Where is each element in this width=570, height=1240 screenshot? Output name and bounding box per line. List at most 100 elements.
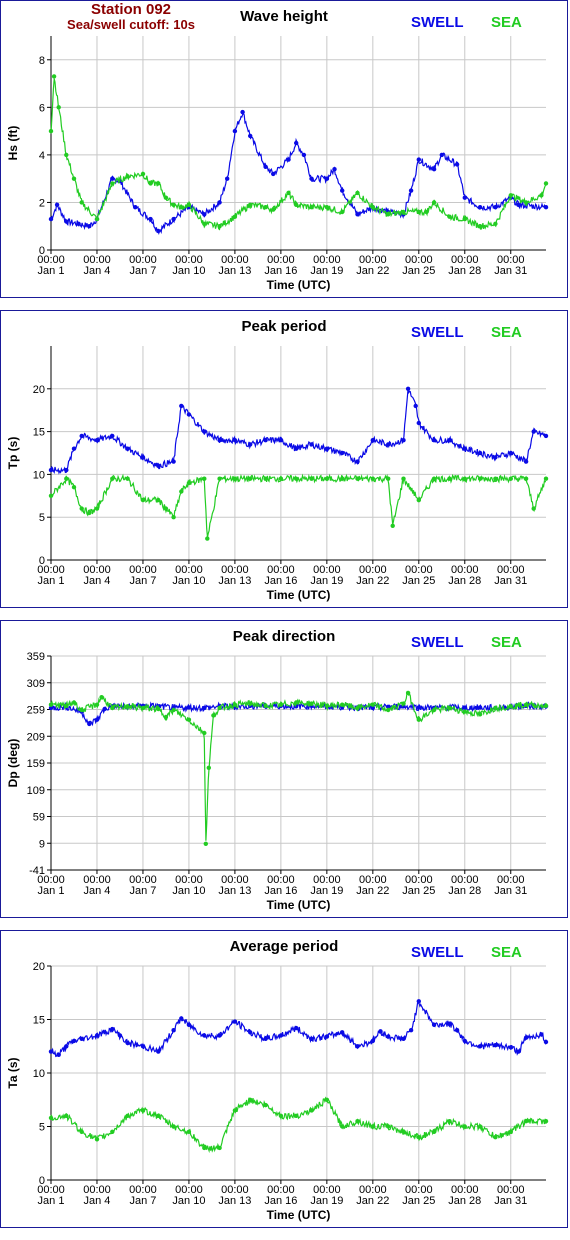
legend-sea: SEA [491,324,522,341]
series-sea [48,690,549,846]
data-point-swell [240,109,245,115]
data-point-swell [324,176,330,181]
data-point-sea [401,701,406,706]
data-point-swell [477,205,483,210]
legend-sea: SEA [491,944,522,961]
y-tick-label: 5 [39,512,45,524]
data-point-swell [248,133,253,139]
data-point-swell [278,1033,284,1038]
data-point-sea [386,476,391,481]
data-point-swell [286,157,291,162]
series-trace [50,78,547,231]
data-point-sea [294,476,299,481]
x-tick-label-date: Jan 1 [38,265,65,277]
data-point-swell [324,1034,330,1039]
x-tick-label-date: Jan 28 [448,575,481,587]
series-swell [48,386,549,475]
x-tick-label-date: Jan 25 [402,265,435,277]
data-point-swell [378,1029,383,1034]
y-tick-label: 10 [33,469,45,481]
data-point-swell [543,205,549,210]
data-point-sea [294,1113,299,1118]
data-point-sea [271,207,276,212]
data-point-sea [140,705,146,711]
data-point-swell [543,1039,549,1045]
data-point-sea [48,128,54,134]
data-point-sea [462,709,467,714]
data-point-swell [217,438,222,443]
y-tick-label: 15 [33,427,45,439]
data-point-sea [163,506,169,511]
data-point-swell [370,438,375,443]
data-point-swell [401,438,406,443]
x-tick-label-date: Jan 19 [310,265,343,277]
data-point-sea [386,1124,391,1129]
y-tick-label: 259 [27,705,45,717]
series-swell [48,999,549,1058]
data-point-sea [71,485,77,490]
data-point-sea [94,1137,100,1142]
data-point-swell [508,450,513,456]
data-point-sea [401,476,406,481]
y-tick-label: 15 [33,1015,45,1027]
legend-swell: SWELL [411,14,464,31]
data-point-swell [405,386,411,391]
data-point-sea [263,1102,268,1108]
data-point-sea [171,202,176,207]
data-point-swell [454,1028,460,1033]
data-point-swell [271,171,276,177]
data-point-sea [447,476,452,481]
wave-height-chart: 0246800:00Jan 100:00Jan 400:00Jan 700:00… [6,8,549,292]
data-point-sea [340,209,345,215]
data-point-sea [309,1108,314,1113]
data-point-sea [286,190,291,196]
data-point-sea [64,476,69,481]
x-tick-label-date: Jan 1 [38,575,65,587]
gridlines [50,965,546,1181]
x-tick-label-date: Jan 16 [264,885,297,897]
data-point-sea [462,476,467,481]
data-point-sea [462,216,467,222]
data-point-swell [263,164,268,169]
data-point-swell [294,140,299,146]
y-tick-label: 4 [39,150,45,162]
data-point-swell [454,162,460,167]
data-point-swell [294,1025,299,1031]
x-tick-label-date: Jan 10 [172,575,205,587]
data-point-sea [186,1129,192,1134]
data-point-sea [110,476,115,481]
x-tick-label-date: Jan 4 [84,1195,111,1207]
data-point-sea [523,200,529,205]
data-point-sea [523,476,529,481]
data-point-sea [248,1097,253,1102]
data-point-sea [508,1129,513,1134]
data-point-swell [171,459,176,464]
data-point-swell [171,1028,176,1033]
x-tick-label-date: Jan 22 [356,575,389,587]
data-point-swell [232,128,238,134]
data-point-sea [232,1108,238,1113]
data-point-swell [408,188,414,193]
data-point-swell [263,1036,268,1041]
data-point-sea [424,209,429,215]
data-point-sea [217,224,222,229]
x-tick-label-date: Jan 4 [84,885,111,897]
gridlines [50,346,546,561]
data-point-swell [332,167,337,172]
series-sea [48,1096,549,1154]
data-point-swell [186,1022,192,1027]
average-period-chart: 0510152000:00Jan 100:00Jan 400:00Jan 700… [6,938,549,1222]
data-point-swell [340,1030,345,1035]
data-point-swell [493,205,498,210]
x-tick-label-date: Jan 10 [172,265,205,277]
data-point-swell [370,1038,375,1044]
data-point-sea [340,1124,345,1129]
data-point-swell [140,455,146,460]
data-point-sea [390,523,395,528]
legend-swell: SWELL [411,634,464,651]
data-point-swell [110,1026,115,1032]
data-point-swell [447,1021,452,1026]
data-point-swell [477,1044,483,1049]
data-point-sea [447,214,452,219]
legend-sea: SEA [491,14,522,31]
